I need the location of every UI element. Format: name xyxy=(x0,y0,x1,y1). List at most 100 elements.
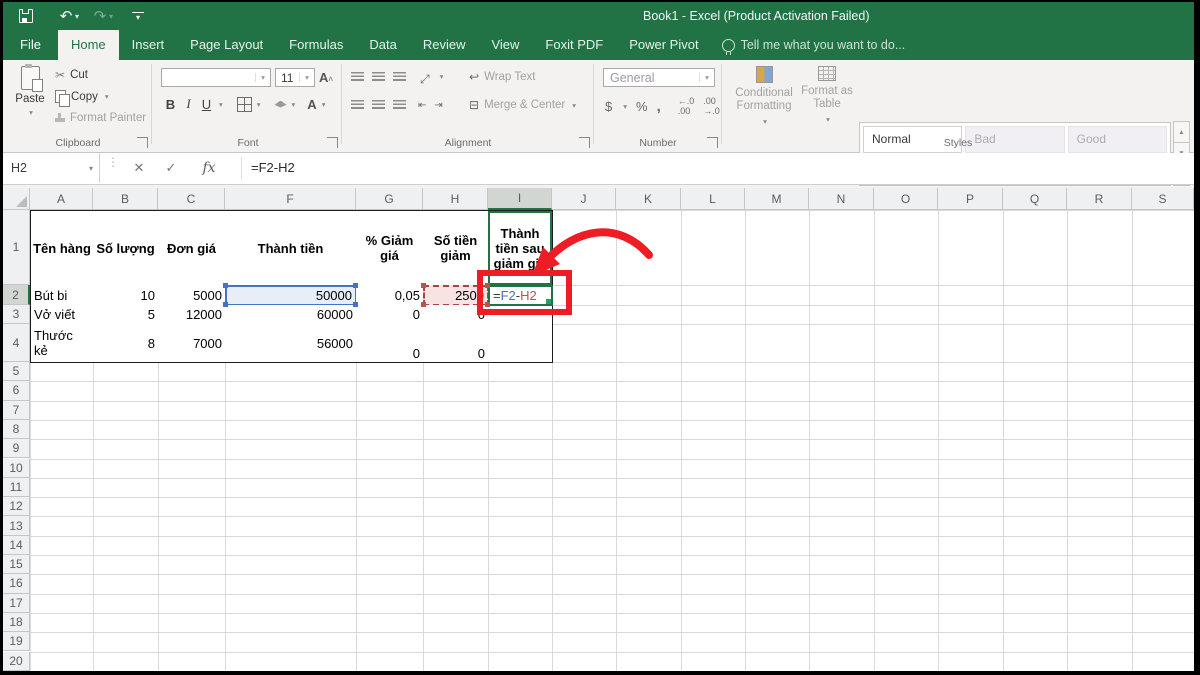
fill-color-icon[interactable] xyxy=(275,101,287,108)
cell-A2[interactable]: Bút bi xyxy=(30,285,94,306)
decrease-indent-icon[interactable]: ⇤ xyxy=(418,100,426,111)
copy-button[interactable]: Copy ▾ xyxy=(55,90,109,103)
format-as-table-dropdown-icon[interactable]: ▾ xyxy=(826,115,830,124)
column-header-q[interactable]: Q xyxy=(1003,188,1067,210)
tab-data[interactable]: Data xyxy=(356,30,409,60)
row-header-5[interactable]: 5 xyxy=(3,362,30,381)
row-header-3[interactable]: 3 xyxy=(3,305,30,324)
cell-style-good[interactable]: Good xyxy=(1068,126,1167,153)
table-header-cell-th-nh-ti-n[interactable]: Thành tiền xyxy=(225,210,357,286)
conditional-formatting-button[interactable]: Conditional Formatting ▾ xyxy=(727,66,801,126)
row-header-14[interactable]: 14 xyxy=(3,536,30,555)
copy-dropdown-icon[interactable]: ▾ xyxy=(105,92,109,101)
number-format-dropdown-icon[interactable]: ▾ xyxy=(699,73,714,82)
column-header-g[interactable]: G xyxy=(356,188,423,210)
column-header-p[interactable]: P xyxy=(938,188,1003,210)
row-header-4[interactable]: 4 xyxy=(3,324,30,362)
row-header-13[interactable]: 13 xyxy=(3,516,30,535)
align-left-icon[interactable] xyxy=(351,100,364,109)
cell-F4[interactable]: 56000 xyxy=(225,324,357,363)
name-box-dropdown-icon[interactable]: ▾ xyxy=(89,164,93,173)
align-center-icon[interactable] xyxy=(372,100,385,109)
fill-color-dropdown-icon[interactable]: ▾ xyxy=(292,100,296,109)
align-right-icon[interactable] xyxy=(393,100,406,109)
cell-G2[interactable]: 0,05 xyxy=(356,285,424,306)
customize-qat-icon[interactable]: ▾ xyxy=(125,6,151,26)
italic-button[interactable]: I xyxy=(181,96,196,112)
font-color-dropdown-icon[interactable]: ▾ xyxy=(322,100,326,109)
tab-formulas[interactable]: Formulas xyxy=(276,30,356,60)
font-dialog-launcher-icon[interactable] xyxy=(327,137,338,148)
row-header-15[interactable]: 15 xyxy=(3,555,30,574)
formula-input[interactable]: =F2-H2 xyxy=(251,153,295,183)
column-header-l[interactable]: L xyxy=(681,188,745,210)
format-painter-button[interactable]: Format Painter xyxy=(55,112,146,124)
gallery-scroll-up-icon[interactable]: ▲ xyxy=(1173,121,1190,143)
column-header-m[interactable]: M xyxy=(745,188,809,210)
column-header-k[interactable]: K xyxy=(616,188,681,210)
column-header-b[interactable]: B xyxy=(93,188,158,210)
paste-button[interactable]: Paste ▾ xyxy=(11,66,49,138)
tell-me-box[interactable]: Tell me what you want to do... xyxy=(722,30,906,60)
top-align-icon[interactable] xyxy=(351,72,364,81)
tab-page-layout[interactable]: Page Layout xyxy=(177,30,276,60)
tab-review[interactable]: Review xyxy=(410,30,479,60)
clipboard-dialog-launcher-icon[interactable] xyxy=(137,137,148,148)
format-as-table-button[interactable]: Format as Table ▾ xyxy=(795,66,859,124)
row-header-17[interactable]: 17 xyxy=(3,594,30,613)
accounting-dropdown-icon[interactable]: ▾ xyxy=(623,102,627,111)
cell-A4[interactable]: Thước kẻ xyxy=(30,324,94,363)
undo-dropdown-icon[interactable]: ▾ xyxy=(75,12,79,21)
underline-dropdown-icon[interactable]: ▾ xyxy=(219,100,223,109)
row-header-9[interactable]: 9 xyxy=(3,439,30,458)
merge-center-button[interactable]: ⊟ Merge & Center ▾ xyxy=(469,98,576,112)
column-header-r[interactable]: R xyxy=(1067,188,1132,210)
merge-center-dropdown-icon[interactable]: ▾ xyxy=(572,101,576,110)
bold-button[interactable]: B xyxy=(163,97,178,112)
row-header-2[interactable]: 2 xyxy=(3,285,30,305)
table-header-cell-t-n-h-ng[interactable]: Tên hàng xyxy=(30,210,94,286)
wrap-text-button[interactable]: ↩ Wrap Text xyxy=(469,70,535,84)
font-size-combo[interactable]: 11 ▾ xyxy=(275,68,315,87)
font-size-dropdown-icon[interactable]: ▾ xyxy=(299,73,314,82)
column-header-h[interactable]: H xyxy=(423,188,488,210)
font-name-dropdown-icon[interactable]: ▾ xyxy=(255,73,270,82)
number-dialog-launcher-icon[interactable] xyxy=(707,137,718,148)
column-header-a[interactable]: A xyxy=(30,188,93,210)
number-format-combo[interactable]: General ▾ xyxy=(603,68,715,87)
tab-file[interactable]: File xyxy=(3,30,58,60)
cell-B2[interactable]: 10 xyxy=(93,285,159,306)
enter-icon[interactable]: ✓ xyxy=(157,153,185,183)
cell-H4[interactable]: 0 xyxy=(423,324,489,363)
row-header-18[interactable]: 18 xyxy=(3,613,30,632)
row-header-12[interactable]: 12 xyxy=(3,497,30,516)
row-header-1[interactable]: 1 xyxy=(3,210,30,285)
column-header-c[interactable]: C xyxy=(158,188,225,210)
cell-C4[interactable]: 7000 xyxy=(158,324,226,363)
percent-style-icon[interactable]: % xyxy=(636,99,648,114)
row-header-16[interactable]: 16 xyxy=(3,574,30,593)
row-header-7[interactable]: 7 xyxy=(3,401,30,420)
row-header-6[interactable]: 6 xyxy=(3,381,30,400)
cell-B3[interactable]: 5 xyxy=(93,305,159,325)
redo-dropdown-icon[interactable]: ▾ xyxy=(109,12,113,21)
insert-function-icon[interactable]: fx xyxy=(195,153,223,183)
alignment-dialog-launcher-icon[interactable] xyxy=(579,137,590,148)
cell-C2[interactable]: 5000 xyxy=(158,285,226,306)
table-header-cell--n-gi-[interactable]: Đơn giá xyxy=(158,210,226,286)
orientation-icon[interactable]: ⤢ xyxy=(420,72,430,87)
column-header-s[interactable]: S xyxy=(1132,188,1194,210)
formula-bar-grip[interactable]: ⋮ xyxy=(107,159,119,165)
bottom-align-icon[interactable] xyxy=(393,72,406,81)
conditional-formatting-dropdown-icon[interactable]: ▾ xyxy=(763,117,767,126)
borders-dropdown-icon[interactable]: ▾ xyxy=(257,100,261,109)
row-header-19[interactable]: 19 xyxy=(3,632,30,651)
column-header-i[interactable]: I xyxy=(488,188,552,210)
increase-decimal-icon[interactable]: ←.0.00 xyxy=(678,96,695,116)
tab-view[interactable]: View xyxy=(478,30,532,60)
column-header-f[interactable]: F xyxy=(225,188,356,210)
row-header-10[interactable]: 10 xyxy=(3,459,30,478)
save-icon[interactable] xyxy=(13,6,39,26)
middle-align-icon[interactable] xyxy=(372,72,385,81)
cell-C3[interactable]: 12000 xyxy=(158,305,226,325)
